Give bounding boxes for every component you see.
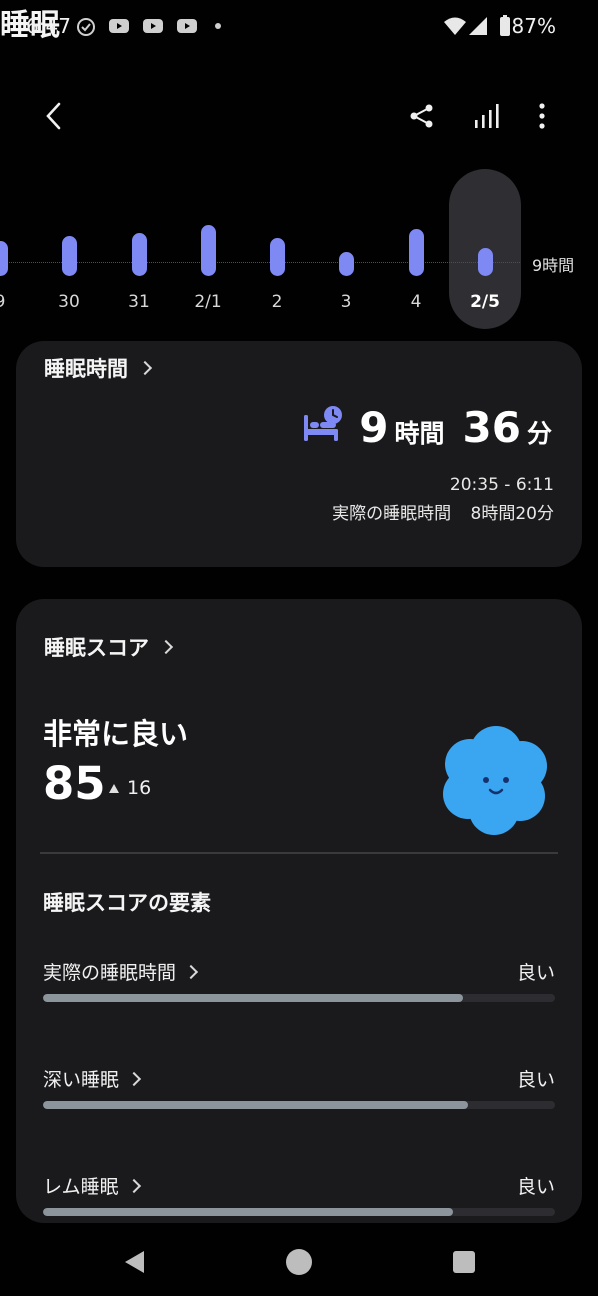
factor-progress-fill [43,994,463,1002]
status-time: 6:47 [26,14,71,38]
stats-icon [475,104,499,128]
sleep-chart: 9時間 9 30 31 2/1 234 2/5 [0,160,598,340]
chart-bar[interactable] [61,236,77,276]
back-triangle-icon [125,1251,144,1273]
sleep-duration-value: 9 時間 36 分 [359,403,552,452]
sleep-duration-card[interactable]: 睡眠時間 9 時間 36 分 20:35 - 6:11 実際の睡眠時間 8時間2… [16,341,582,567]
factor-label: レム睡眠 [43,1176,119,1198]
factor-label: 深い睡眠 [43,1069,120,1091]
chevron-right-icon [126,1071,142,1086]
duration-minutes: 36 [462,403,521,452]
sleep-score-card[interactable]: 睡眠スコア 非常に良い 85 16 睡眠スコアの要素 実際の睡眠時間 良い 深い… [16,599,582,1223]
reference-label: 9時間 [532,255,575,275]
score-value: 85 [43,757,106,810]
chart-day-label[interactable]: 3 [316,292,376,312]
chart-bar[interactable] [269,237,285,276]
actual-sleep-line: 実際の睡眠時間 8時間20分 [332,499,554,524]
home-circle-icon [286,1249,312,1275]
battery-percentage: 87% [511,14,556,38]
nav-back-button[interactable] [115,1244,155,1280]
factor-progress-track [43,1101,555,1109]
cloud-mascot-icon [443,726,547,835]
chevron-right-icon [137,360,153,376]
stats-button[interactable] [466,96,506,136]
chart-day-label[interactable]: 2 [247,292,307,312]
more-options-button[interactable] [522,96,562,136]
factor-value: 良い [516,1069,555,1091]
recents-square-icon [453,1251,475,1273]
signal-icon [469,17,487,35]
chart-bar[interactable] [338,252,354,276]
nav-home-button[interactable] [279,1244,319,1280]
factor-value: 良い [516,962,555,984]
duration-card-header[interactable]: 睡眠時間 [44,353,153,383]
bed-clock-icon [304,406,342,441]
chart-bar[interactable] [131,233,147,276]
duration-minutes-unit: 分 [526,419,552,448]
factor-progress-fill [43,1208,453,1216]
youtube-icon [109,19,129,33]
chart-bar[interactable] [200,224,216,276]
factors-title: 睡眠スコアの要素 [43,891,211,915]
check-circle-icon [77,18,95,36]
chart-day-label[interactable]: 31 [109,292,169,312]
chevron-right-icon [126,1178,141,1193]
score-card-header[interactable]: 睡眠スコア [44,632,174,662]
score-delta: 16 [109,777,151,799]
chart-day-label[interactable]: 2/1 [178,292,238,312]
actual-sleep-value: 8時間20分 [470,504,554,524]
factor-label: 実際の睡眠時間 [43,962,177,984]
dot-icon [215,23,221,29]
chevron-right-icon [183,964,199,979]
share-icon [410,104,433,128]
sleep-time-range: 20:35 - 6:11 [449,475,554,495]
duration-card-title: 睡眠時間 [44,357,128,381]
back-button[interactable] [34,96,74,136]
chart-day-label[interactable]: 4 [386,292,446,312]
share-button[interactable] [402,96,442,136]
nav-recents-button[interactable] [444,1244,484,1280]
duration-hours-unit: 時間 [394,419,445,448]
battery-icon [500,15,510,36]
factor-progress-track [43,994,555,1002]
chart-day-label[interactable]: 30 [39,292,99,312]
back-arrow-icon [46,102,61,130]
duration-hours: 9 [359,403,389,452]
more-icon [539,103,545,129]
factor-progress-track [43,1208,555,1216]
chart-bar[interactable] [408,228,424,276]
youtube-icon [177,19,197,33]
actual-sleep-label: 実際の睡眠時間 [332,504,452,524]
chart-bar[interactable] [0,241,8,276]
factor-value: 良い [516,1176,555,1198]
chart-day-label[interactable]: 9 [0,292,30,312]
score-card-title: 睡眠スコア [44,636,149,660]
factor-progress-fill [43,1101,468,1109]
score-rating: 非常に良い [43,717,189,751]
youtube-icon [143,19,163,33]
up-triangle-icon [109,783,119,793]
wifi-icon [444,17,466,35]
divider [40,852,558,854]
chevron-right-icon [158,639,174,655]
chart-day-label[interactable]: 2/5 [455,292,515,312]
reference-line [0,261,520,263]
score-delta-value: 16 [127,777,152,799]
chart-bar[interactable] [477,247,493,276]
